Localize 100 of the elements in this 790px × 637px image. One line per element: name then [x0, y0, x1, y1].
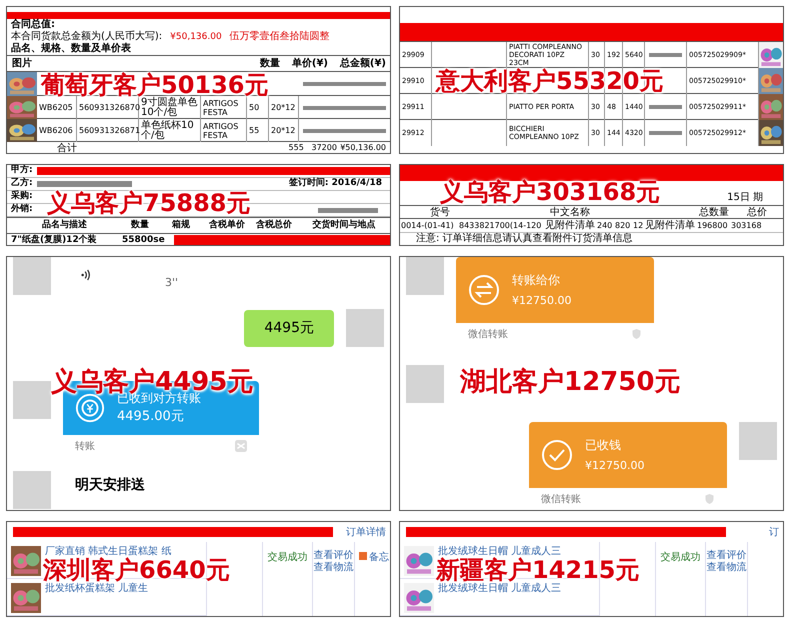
transfer-footer: 转账 — [75, 438, 95, 454]
yuan-refresh-icon — [75, 393, 105, 423]
voice-duration: 3'' — [165, 275, 178, 291]
redaction-bar — [649, 105, 682, 109]
table-cell-text: 303168 — [730, 220, 763, 232]
table-cell-text: 8433821700(14-120 — [458, 220, 542, 232]
table-cell: ARTIGOS FESTA — [201, 119, 247, 142]
amount-words: 伍万零壹佰叁拾陆圆整 — [230, 31, 330, 43]
order-link[interactable]: 查看物流 — [314, 562, 354, 574]
shield-icon — [631, 328, 642, 340]
table-cell-text: 55800se — [122, 234, 166, 245]
transfer-footer: 微信转账 — [541, 492, 581, 506]
transfer-footer: 微信转账 — [468, 326, 508, 342]
redaction-bar — [318, 208, 378, 212]
table-cell: 50 — [247, 96, 269, 119]
column-header: 箱规 — [171, 218, 191, 232]
avatar — [13, 471, 51, 509]
customer-amount-label: 葡萄牙客户50136元 — [41, 73, 268, 97]
transfer-title: 已收钱 — [585, 436, 622, 454]
avatar — [13, 381, 51, 419]
customer-amount-label: 义乌客户75888元 — [47, 191, 250, 215]
column-header: 数量 — [260, 56, 280, 71]
avatar — [406, 257, 444, 295]
customer-amount-label: 新疆客户14215元 — [436, 558, 640, 582]
order-details-link[interactable]: 订 — [769, 524, 783, 540]
table-cell-text: 7"纸盘(复膜)12个装 — [10, 234, 98, 245]
table-cell: 9寸圆盘单色10个/包 — [139, 96, 201, 119]
product-link[interactable]: 批发绒球生日帽 儿童成人三 — [438, 546, 562, 558]
order-status: 交易成功 — [656, 542, 706, 616]
redaction-bar — [649, 131, 682, 135]
order-note: 注意: 订单详细信息请认真查看附件订货清单信息 — [415, 233, 634, 245]
signing-date: 签订时间: 2016/4/18 — [288, 177, 383, 190]
amount-line: 本合同货款总金额为(人民币大写): — [11, 31, 162, 42]
column-header: 中文名称 — [550, 206, 591, 220]
avatar — [739, 422, 777, 460]
field-label: 外销: — [10, 203, 34, 216]
product-link[interactable]: 批发纸杯蛋糕架 儿童生 — [45, 583, 148, 595]
redaction-bar — [649, 53, 682, 57]
checkmark-icon — [541, 439, 573, 471]
order-link[interactable]: 查看评价 — [314, 550, 354, 562]
shield-icon — [704, 493, 715, 505]
table-cell: 20*12 — [269, 119, 299, 142]
table-cell: WB6206 — [37, 119, 77, 142]
memo-icon — [359, 552, 367, 560]
field-label: 采购: — [10, 190, 34, 204]
table-cell: 560931326870 — [77, 96, 139, 119]
date-label: 15日 期 — [727, 190, 763, 205]
customer-amount-label: 义乌客户303168元 — [440, 180, 660, 204]
avatar — [346, 309, 384, 347]
order-link[interactable]: 查看评价 — [706, 550, 746, 562]
table-cell-text: 37200 — [312, 142, 338, 153]
transfer-arrows-icon — [468, 274, 500, 306]
column-header: 总金额(¥) — [340, 56, 386, 71]
table-cell-text: ¥50,136.00 — [340, 142, 388, 153]
customer-amount-label: 深圳客户6640元 — [43, 558, 230, 582]
column-header: 总价 — [747, 206, 768, 220]
table-cell-text: 见附件清单 — [644, 218, 696, 233]
table-cell-text: 820 — [614, 220, 632, 232]
table-cell-text: 见附件清单 — [544, 218, 596, 232]
customer-amount-label: 意大利客户55320元 — [436, 69, 664, 93]
column-header: 单价(¥) — [292, 56, 328, 71]
table-cell-text: 196800 — [696, 220, 729, 232]
table-cell-text: 合计 — [57, 142, 78, 153]
avatar — [406, 365, 444, 403]
transfer-amount: ¥12750.00 — [585, 458, 644, 474]
transfer-amount: 4495.00元 — [117, 408, 185, 426]
table-cell: ARTIGOS FESTA — [201, 96, 247, 119]
avatar — [13, 257, 51, 295]
product-link[interactable]: 批发绒球生日帽 儿童成人三 — [438, 583, 562, 595]
order-status: 交易成功 — [263, 542, 313, 616]
table-cell: WB6205 — [37, 96, 77, 119]
column-header: 品名与描述 — [41, 218, 88, 232]
sent-message: 4495元 — [244, 310, 334, 346]
amount: ¥50,136.00 — [170, 31, 222, 43]
order-link[interactable]: 查看物流 — [706, 562, 746, 574]
field-label: 乙方: — [10, 177, 34, 190]
customer-amount-label: 湖北客户12750元 — [460, 369, 680, 395]
voice-icon — [81, 268, 91, 282]
product-link[interactable]: 厂家直销 韩式生日蛋糕架 纸 — [45, 546, 172, 558]
table-caption: 品名、规格、数量及单价表 — [11, 43, 132, 55]
table-cell-text: 240 — [596, 220, 614, 232]
table-cell: 12 — [632, 220, 644, 232]
column-header: 数量 — [130, 218, 150, 232]
order-details-link[interactable]: 订单详情 — [346, 524, 390, 540]
column-header: 含税单价 — [208, 218, 246, 232]
column-header: 图片 — [11, 56, 33, 71]
payment-icon — [235, 440, 247, 452]
column-header: 含税总价 — [255, 218, 293, 232]
contract-title: 合同总值: — [11, 19, 56, 30]
memo-link[interactable]: 备忘 — [369, 550, 389, 565]
table-cell: 560931326871 — [77, 119, 139, 142]
table-cell-text: 555 — [288, 142, 305, 153]
table-cell: 单色纸杯10个/包 — [139, 119, 201, 142]
table-cell-text: 0014-(01-41) — [400, 220, 455, 232]
column-header: 总数量 — [699, 206, 730, 220]
transfer-amount: ¥12750.00 — [512, 292, 572, 309]
table-cell: 55 — [247, 119, 269, 142]
transfer-title: 转账给你 — [512, 272, 561, 289]
column-header: 货号 — [429, 206, 451, 220]
column-header: 交货时间与地点 — [312, 218, 376, 232]
